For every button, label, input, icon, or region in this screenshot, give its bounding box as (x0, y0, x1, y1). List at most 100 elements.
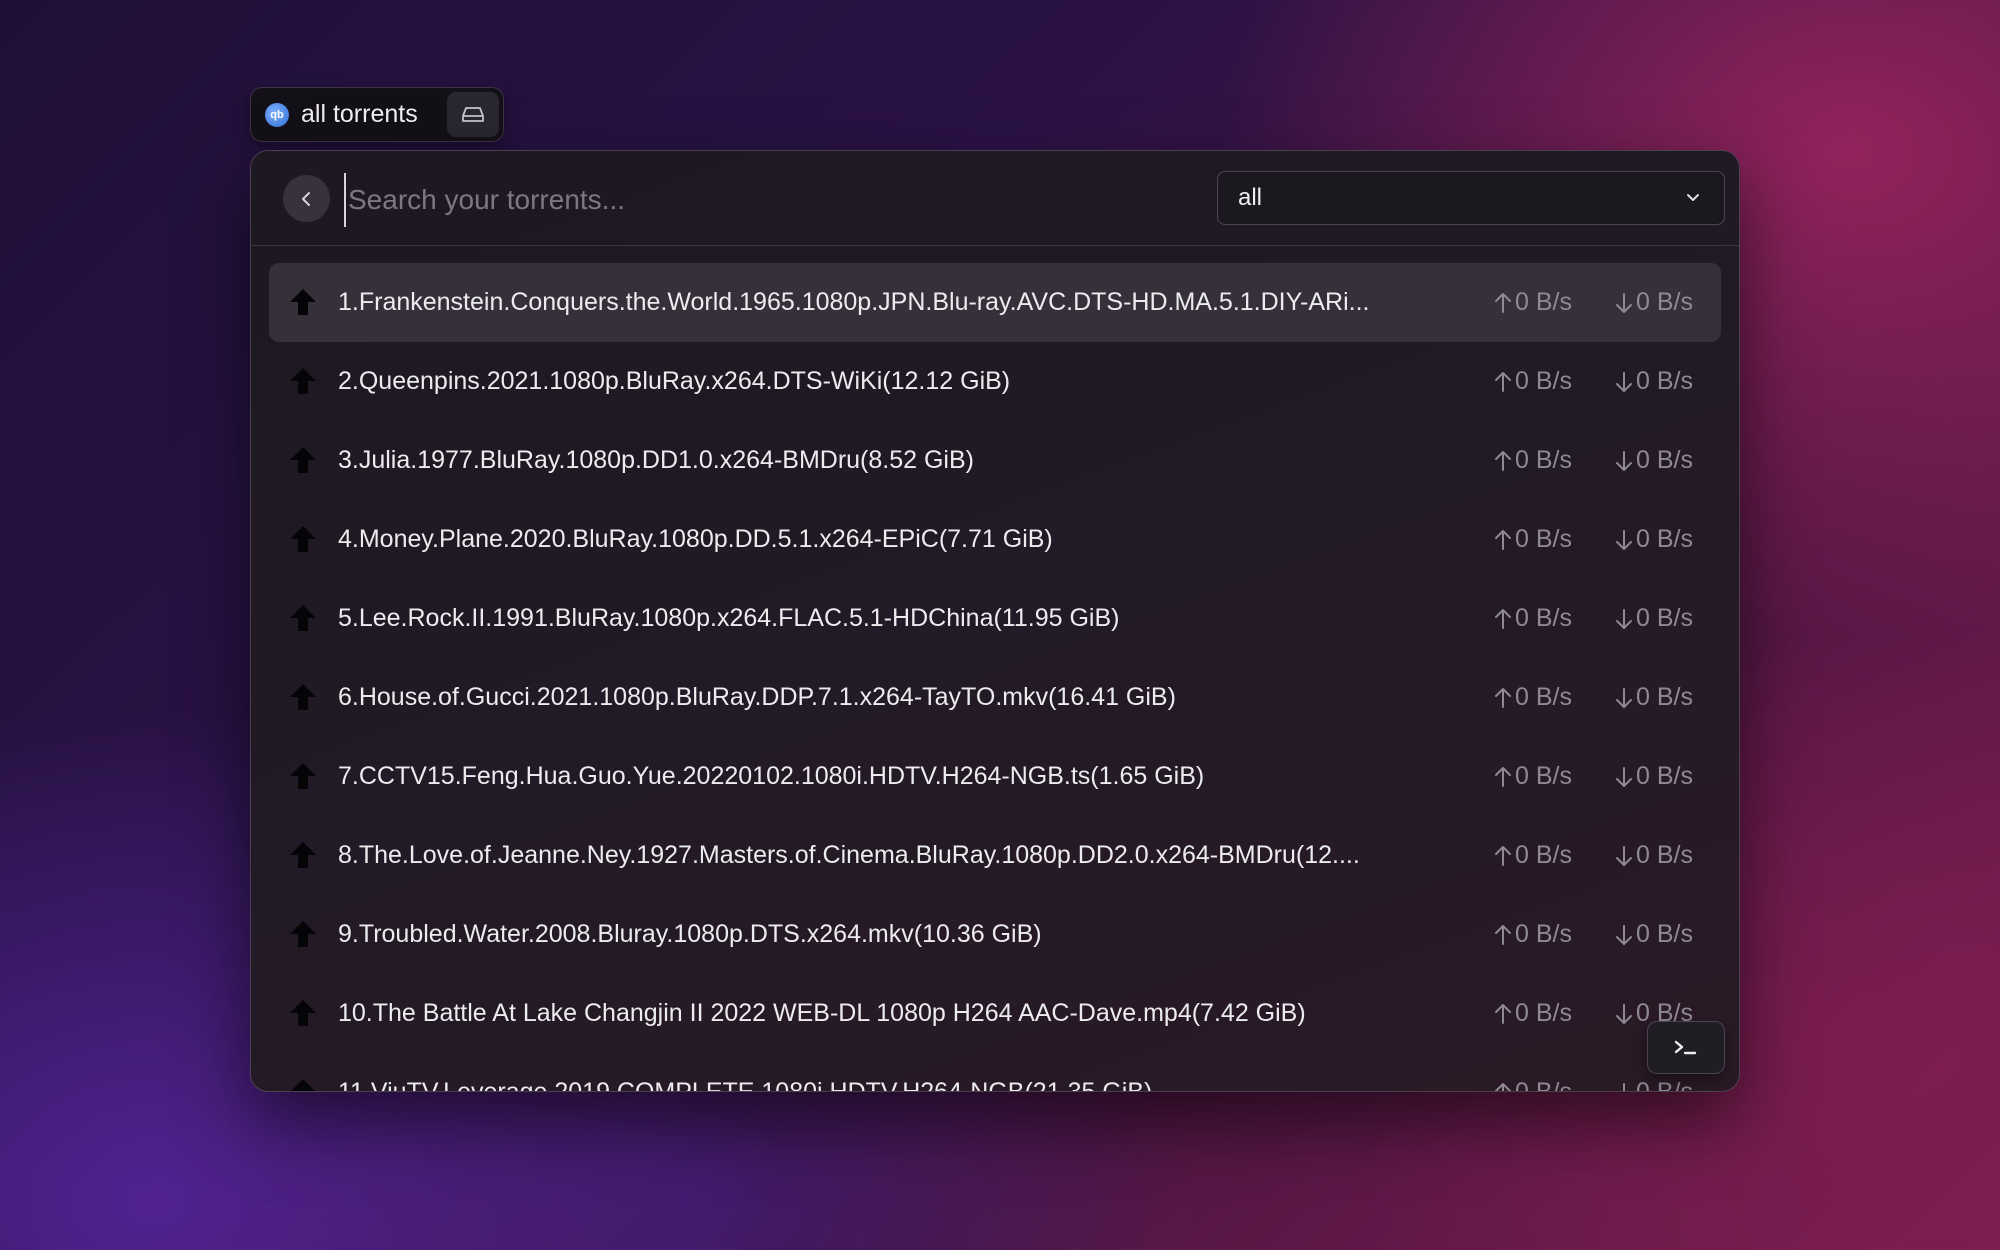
download-speed-value: 0 B/s (1636, 525, 1693, 553)
download-speed-value: 0 B/s (1636, 762, 1693, 790)
torrent-name: 4.Money.Plane.2020.BluRay.1080p.DD.5.1.x… (338, 525, 1053, 553)
upload-arrow-icon (1495, 687, 1511, 708)
seeding-arrow-icon (290, 684, 316, 710)
upload-speed-value: 0 B/s (1515, 1078, 1572, 1092)
torrent-name: 11.ViuTV.Leverage.2019.COMPLETE.1080i.HD… (338, 1078, 1153, 1092)
download-speed: 0 B/s (1614, 579, 1693, 658)
torrent-row[interactable]: 1.Frankenstein.Conquers.the.World.1965.1… (269, 263, 1721, 342)
torrent-row[interactable]: 5.Lee.Rock.II.1991.BluRay.1080p.x264.FLA… (269, 579, 1721, 658)
download-arrow-icon (1616, 529, 1632, 550)
terminal-icon (1674, 1040, 1697, 1054)
filter-dropdown[interactable]: all (1217, 171, 1725, 225)
upload-speed: 0 B/s (1493, 263, 1572, 342)
upload-speed-value: 0 B/s (1515, 683, 1572, 711)
upload-arrow-icon (1495, 924, 1511, 945)
download-arrow-icon (1616, 608, 1632, 629)
torrent-name: 7.CCTV15.Feng.Hua.Guo.Yue.20220102.1080i… (338, 762, 1205, 790)
terminal-button[interactable] (1647, 1021, 1725, 1074)
download-arrow-icon (1616, 450, 1632, 471)
torrent-row[interactable]: 10.The Battle At Lake Changjin II 2022 W… (269, 974, 1721, 1053)
torrent-row[interactable]: 6.House.of.Gucci.2021.1080p.BluRay.DDP.7… (269, 658, 1721, 737)
upload-speed: 0 B/s (1493, 500, 1572, 579)
download-arrow-icon (1616, 292, 1632, 313)
download-speed-value: 0 B/s (1636, 920, 1693, 948)
download-speed-value: 0 B/s (1636, 367, 1693, 395)
upload-speed: 0 B/s (1493, 579, 1572, 658)
upload-speed: 0 B/s (1493, 737, 1572, 816)
upload-arrow-icon (1495, 292, 1511, 313)
seeding-arrow-icon (290, 842, 316, 868)
torrent-name: 5.Lee.Rock.II.1991.BluRay.1080p.x264.FLA… (338, 604, 1120, 632)
download-speed: 0 B/s (1614, 658, 1693, 737)
download-arrow-icon (1616, 371, 1632, 392)
torrent-row[interactable]: 7.CCTV15.Feng.Hua.Guo.Yue.20220102.1080i… (269, 737, 1721, 816)
back-button[interactable] (283, 175, 330, 222)
download-speed-value: 0 B/s (1636, 683, 1693, 711)
torrent-row[interactable]: 9.Troubled.Water.2008.Bluray.1080p.DTS.x… (269, 895, 1721, 974)
seeding-arrow-icon (290, 605, 316, 631)
chevron-down-icon (1687, 194, 1699, 201)
tab-label: all torrents (301, 100, 418, 128)
drive-button[interactable] (447, 92, 499, 137)
download-speed: 0 B/s (1614, 895, 1693, 974)
upload-speed-value: 0 B/s (1515, 604, 1572, 632)
command-tab[interactable]: qb all torrents (250, 87, 504, 142)
torrent-name: 10.The Battle At Lake Changjin II 2022 W… (338, 999, 1306, 1027)
upload-speed-value: 0 B/s (1515, 367, 1572, 395)
download-arrow-icon (1623, 1082, 1625, 1091)
torrent-name: 9.Troubled.Water.2008.Bluray.1080p.DTS.x… (338, 920, 1042, 948)
torrent-row[interactable]: 2.Queenpins.2021.1080p.BluRay.x264.DTS-W… (269, 342, 1721, 421)
chevron-left-icon (301, 191, 310, 206)
download-speed-value: 0 B/s (1636, 841, 1693, 869)
upload-arrow-icon (1495, 529, 1511, 550)
upload-arrow-icon (1495, 608, 1511, 629)
download-arrow-icon (1616, 845, 1632, 866)
upload-speed-value: 0 B/s (1515, 841, 1572, 869)
download-arrow-icon (1616, 766, 1632, 787)
torrent-row[interactable]: 11.ViuTV.Leverage.2019.COMPLETE.1080i.HD… (269, 1053, 1721, 1092)
upload-speed-value: 0 B/s (1515, 288, 1572, 316)
download-speed: 0 B/s (1614, 342, 1693, 421)
upload-speed: 0 B/s (1493, 342, 1572, 421)
download-speed: 0 B/s (1614, 737, 1693, 816)
torrent-row[interactable]: 3.Julia.1977.BluRay.1080p.DD1.0.x264-BMD… (269, 421, 1721, 500)
qbittorrent-logo-icon: qb (265, 102, 289, 127)
seeding-arrow-icon (291, 1079, 315, 1091)
download-speed: 0 B/s (1614, 421, 1693, 500)
torrent-name: 2.Queenpins.2021.1080p.BluRay.x264.DTS-W… (338, 367, 1011, 395)
upload-speed: 0 B/s (1493, 895, 1572, 974)
upload-speed: 0 B/s (1493, 816, 1572, 895)
seeding-arrow-icon (290, 368, 316, 394)
upload-arrow-icon (1495, 845, 1511, 866)
torrent-name: 6.House.of.Gucci.2021.1080p.BluRay.DDP.7… (338, 683, 1176, 711)
upload-arrow-icon (1495, 1003, 1511, 1024)
torrent-name: 8.The.Love.of.Jeanne.Ney.1927.Masters.of… (338, 841, 1360, 869)
download-speed-value: 0 B/s (1636, 604, 1693, 632)
download-speed-value: 0 B/s (1636, 288, 1693, 316)
upload-speed-value: 0 B/s (1515, 762, 1572, 790)
main-window: all 1.Frankenstein.Conquers.the.World.19… (250, 150, 1740, 1092)
seeding-arrow-icon (290, 1000, 316, 1026)
upload-arrow-icon (1495, 371, 1511, 392)
download-arrow-icon (1616, 924, 1632, 945)
upload-arrow-icon (1495, 1082, 1511, 1091)
upload-speed-value: 0 B/s (1515, 446, 1572, 474)
torrent-list: 1.Frankenstein.Conquers.the.World.1965.1… (269, 263, 1721, 1092)
download-speed: 0 B/s (1614, 263, 1693, 342)
download-arrow-icon (1616, 687, 1632, 708)
upload-arrow-icon (1495, 766, 1511, 787)
seeding-arrow-icon (290, 763, 316, 789)
torrent-row[interactable]: 8.The.Love.of.Jeanne.Ney.1927.Masters.of… (269, 816, 1721, 895)
torrent-name: 3.Julia.1977.BluRay.1080p.DD1.0.x264-BMD… (338, 446, 974, 474)
upload-speed-value: 0 B/s (1515, 999, 1572, 1027)
seeding-arrow-icon (290, 447, 316, 473)
download-arrow-icon (1616, 1003, 1632, 1024)
upload-speed-value: 0 B/s (1515, 525, 1572, 553)
download-speed: 0 B/s (1614, 816, 1693, 895)
upload-arrow-icon (1495, 450, 1511, 471)
torrent-name: 1.Frankenstein.Conquers.the.World.1965.1… (338, 288, 1370, 316)
torrent-row[interactable]: 4.Money.Plane.2020.BluRay.1080p.DD.5.1.x… (269, 500, 1721, 579)
upload-speed: 0 B/s (1493, 421, 1572, 500)
upload-speed: 0 B/s (1493, 1053, 1572, 1092)
search-input[interactable] (344, 173, 1150, 227)
